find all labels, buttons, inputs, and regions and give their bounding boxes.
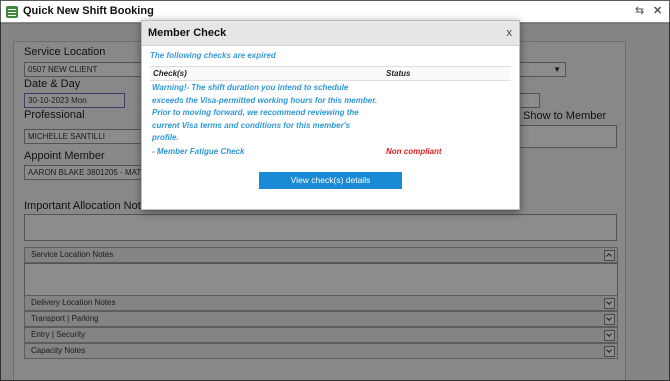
check-name: - Member Fatigue Check bbox=[152, 147, 245, 156]
expired-checks-note: The following checks are expired bbox=[150, 51, 276, 60]
visa-warning-text: Warning!- The shift duration you intend … bbox=[152, 82, 392, 145]
window-close-icon[interactable]: ✕ bbox=[653, 4, 662, 17]
check-status: Non compliant bbox=[386, 147, 442, 156]
status-column-header: Status bbox=[386, 69, 411, 78]
warning-line: profile. bbox=[152, 133, 179, 142]
warning-line: current Visa terms and conditions for th… bbox=[152, 120, 351, 130]
dialog-title: Member Check bbox=[148, 27, 227, 39]
app-icon bbox=[6, 6, 18, 18]
window-title: Quick New Shift Booking bbox=[23, 5, 154, 17]
dialog-close-icon[interactable]: x bbox=[507, 27, 513, 39]
check-column-header: Check(s) bbox=[153, 69, 187, 78]
warning-line: Warning!- The shift duration you intend … bbox=[152, 83, 349, 92]
warning-line: Prior to moving forward, we recommend re… bbox=[152, 108, 359, 117]
member-check-dialog: Member Check x The following checks are … bbox=[141, 20, 520, 210]
restore-icon[interactable]: ⇆ bbox=[635, 4, 644, 17]
checks-table-header: Check(s) Status bbox=[150, 66, 511, 81]
dialog-header: Member Check x bbox=[142, 21, 519, 46]
view-check-details-button[interactable]: View check(s) details bbox=[259, 172, 402, 189]
warning-line: exceeds the Visa-permitted working hours… bbox=[152, 95, 378, 105]
